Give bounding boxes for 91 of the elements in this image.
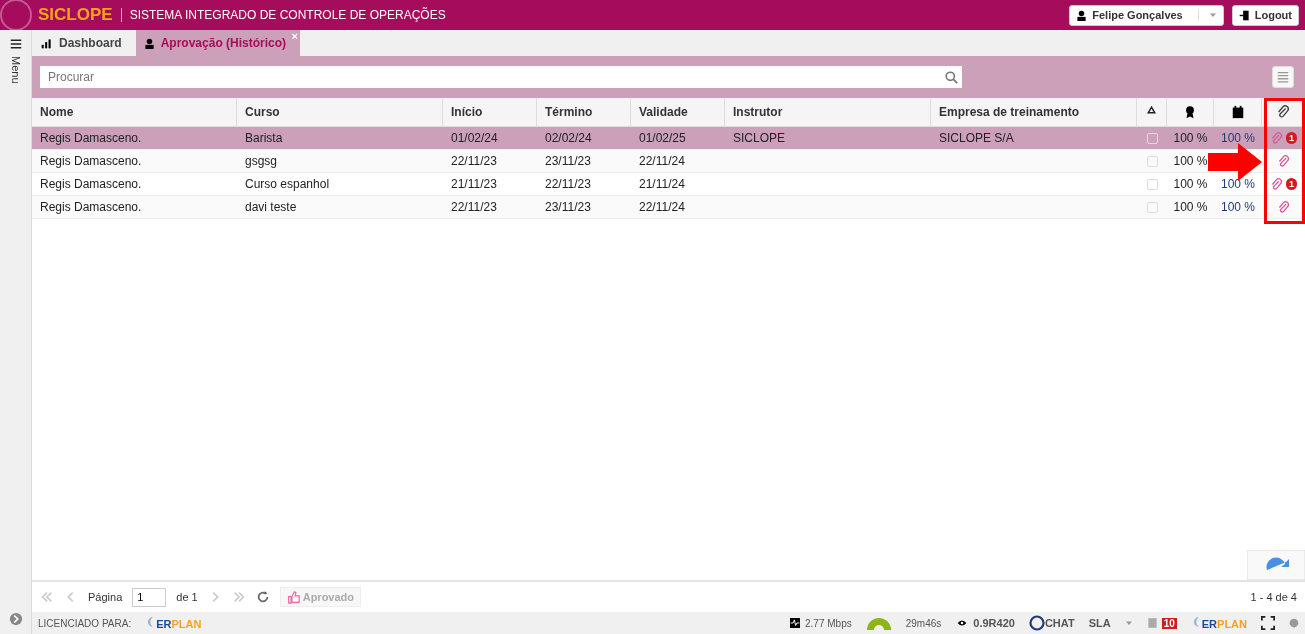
checkbox[interactable] bbox=[1146, 155, 1158, 167]
table-cell: 22/11/24 bbox=[639, 154, 685, 168]
table-cell: 21/11/24 bbox=[639, 177, 685, 191]
paperclip-icon bbox=[1276, 105, 1290, 119]
expand-icon bbox=[8, 612, 23, 626]
caret-icon bbox=[1124, 619, 1133, 627]
table-cell: Barista bbox=[245, 131, 283, 145]
gauge-icon bbox=[865, 616, 892, 630]
award-icon bbox=[1183, 105, 1197, 119]
bar-chart-icon bbox=[40, 37, 53, 49]
caret-icon bbox=[1208, 11, 1217, 19]
table-cell: Regis Damasceno. bbox=[40, 154, 142, 168]
table-cell: davi teste bbox=[245, 200, 297, 214]
table-cell: 100 % bbox=[1173, 177, 1208, 191]
menu-label[interactable]: Menu bbox=[10, 56, 21, 84]
table-cell: 02/02/24 bbox=[545, 131, 592, 145]
thumbs-up-icon bbox=[286, 590, 300, 604]
menu-icon bbox=[9, 38, 22, 50]
chat-link[interactable]: CHAT bbox=[1044, 617, 1075, 629]
app-logo: SICLOPE bbox=[38, 5, 113, 25]
table-cell: 100 % bbox=[1173, 131, 1208, 145]
help-icon bbox=[1028, 615, 1045, 631]
table-cell: gsgsg bbox=[245, 154, 278, 168]
app-title: SISTEMA INTEGRADO DE CONTROLE DE OPERAÇÕES bbox=[120, 8, 446, 22]
table-cell: SICLOPE bbox=[733, 131, 786, 145]
table-cell: 100 % bbox=[1221, 177, 1255, 191]
table-row[interactable]: Regis Damasceno. davi teste 22/11/23 23/11/23 22/11/24 100 % 100 % bbox=[32, 196, 1262, 219]
table-cell: 100 % bbox=[1173, 200, 1208, 214]
status-dot-icon bbox=[1289, 618, 1299, 628]
checkbox[interactable] bbox=[1146, 132, 1158, 144]
refresh-icon bbox=[255, 590, 270, 604]
table-cell: 100 % bbox=[1173, 154, 1208, 168]
speed-reading: 2.77 Mbps bbox=[805, 617, 852, 629]
table-cell: SICLOPE S/A bbox=[939, 131, 1014, 145]
license-label: LICENCIADO PARA: bbox=[38, 617, 132, 629]
column-header[interactable]: Empresa de treinamento bbox=[931, 98, 1137, 126]
table-cell: Regis Damasceno. bbox=[40, 131, 142, 145]
table-cell: Regis Damasceno. bbox=[40, 177, 142, 191]
table-cell: 22/11/23 bbox=[545, 177, 591, 191]
version-label: 0.9R420 bbox=[973, 617, 1015, 629]
list-icon bbox=[1276, 70, 1290, 84]
table-cell: 22/11/24 bbox=[639, 200, 685, 214]
document-icon bbox=[1146, 617, 1158, 629]
page-input[interactable]: 1 bbox=[132, 587, 167, 607]
brand-logo: ERPLAN bbox=[145, 616, 202, 630]
table-row[interactable]: Regis Damasceno. Barista 01/02/24 02/02/24 01/02/25 SICLOPE SICLOPE S/A 100 % 100 % bbox=[32, 127, 1262, 150]
table-cell: Curso espanhol bbox=[245, 177, 330, 191]
search-icon bbox=[945, 70, 958, 84]
calendar-icon bbox=[1230, 105, 1245, 119]
last-page-icon bbox=[231, 590, 246, 604]
fullscreen-icon bbox=[1261, 616, 1275, 630]
paperclip-icon bbox=[1277, 154, 1290, 168]
notification-count[interactable]: 10 bbox=[1161, 617, 1177, 629]
door-icon bbox=[1238, 9, 1250, 21]
brand-logo: ERPLAN bbox=[1190, 616, 1247, 630]
count-badge: 1 bbox=[1286, 178, 1297, 190]
column-header[interactable]: Validade bbox=[631, 98, 725, 126]
table-cell: Regis Damasceno. bbox=[40, 200, 142, 214]
table-cell: 01/02/24 bbox=[451, 131, 498, 145]
sla-menu[interactable]: SLA bbox=[1088, 617, 1111, 629]
table-cell: 22/11/23 bbox=[451, 154, 497, 168]
table-cell: 23/11/23 bbox=[545, 154, 591, 168]
table-cell: 100 % bbox=[1221, 200, 1255, 214]
logout-button[interactable]: Logout bbox=[1231, 4, 1299, 26]
paperclip-icon bbox=[1277, 200, 1290, 214]
columns-menu-button[interactable] bbox=[1272, 66, 1294, 88]
table-row[interactable]: Regis Damasceno. gsgsg 22/11/23 23/11/23 22/11/24 100 % bbox=[32, 150, 1262, 173]
user-icon bbox=[143, 37, 155, 49]
column-header[interactable]: Nome bbox=[32, 98, 237, 126]
table-cell: 23/11/23 bbox=[545, 200, 591, 214]
session-timer: 29m46s bbox=[905, 617, 942, 629]
column-header[interactable]: Instrutor bbox=[725, 98, 931, 126]
table-cell: 22/11/23 bbox=[451, 200, 497, 214]
first-page-icon bbox=[40, 590, 54, 604]
table-cell: 01/02/25 bbox=[639, 131, 686, 145]
table-cell: 21/11/23 bbox=[451, 177, 497, 191]
page-label: Página bbox=[88, 591, 123, 603]
records-range: 1 - 4 de 4 bbox=[1250, 591, 1297, 603]
user-icon bbox=[1076, 9, 1088, 21]
count-badge: 1 bbox=[1286, 132, 1297, 144]
paperclip-icon bbox=[1270, 131, 1283, 145]
table-cell: 100 % bbox=[1221, 131, 1255, 145]
checkbox[interactable] bbox=[1146, 201, 1158, 213]
checkbox[interactable] bbox=[1146, 178, 1158, 190]
user-menu-button[interactable]: Felipe Gonçalves bbox=[1069, 4, 1224, 26]
page-count: de 1 bbox=[176, 591, 198, 603]
search-field[interactable]: Procurar bbox=[40, 66, 962, 88]
column-header[interactable]: Início bbox=[443, 98, 537, 126]
column-header[interactable]: Término bbox=[537, 98, 631, 126]
column-header[interactable]: Curso bbox=[237, 98, 443, 126]
paperclip-icon bbox=[1270, 177, 1283, 191]
